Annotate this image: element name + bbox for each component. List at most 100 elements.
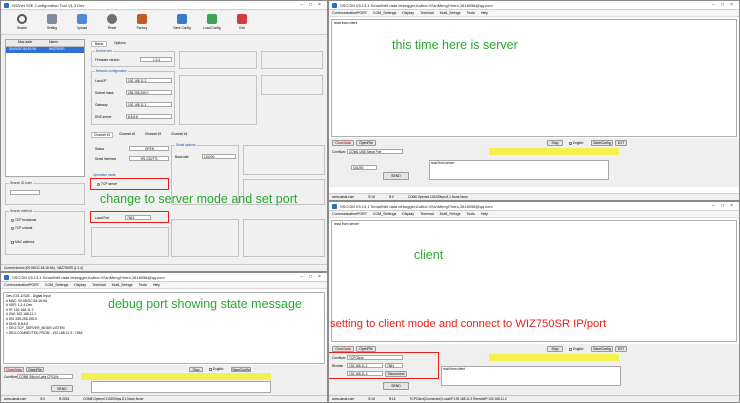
client-controls: ClearData OpenFile Stop English SaveConf… [329,344,739,396]
save-config-button[interactable]: SaveConfig [591,140,613,146]
menu-multi-strings[interactable]: Multi_Strings [440,212,461,216]
menu-help[interactable]: Help [153,283,160,287]
baud-select[interactable]: 115200 [351,165,377,170]
english-checkbox[interactable]: English [569,347,583,351]
minimize-icon[interactable]: – [709,203,718,209]
close-icon[interactable]: × [727,203,736,209]
menu-help[interactable]: Help [481,212,488,216]
menu-multi-strings[interactable]: Multi_Strings [440,11,461,15]
maximize-icon[interactable]: □ [306,274,315,280]
search-button[interactable]: Search [7,14,37,30]
clear-data-button[interactable]: ClearData [4,367,24,372]
server-receive-area[interactable]: read from client [331,19,737,137]
maximize-icon[interactable]: □ [718,2,727,8]
send-text-area[interactable]: read from client [441,366,621,386]
app-icon [4,274,9,280]
stop-button[interactable]: Stop [189,367,203,372]
local-ip-input[interactable]: 192.168.11.2 [126,78,172,83]
search-method-group: Search method TCP broadcast TCP unicast … [5,209,85,255]
client-statusbar: www.daxia.com S:18 R:18 TCPClient(Connec… [329,395,739,402]
save-config-button[interactable]: Save Config [167,14,197,30]
menu-display[interactable]: Display [402,11,414,15]
device-list-row[interactable]: 00:08:DC:54:16:9A WIZ750SR [6,47,84,53]
english-checkbox[interactable]: English [209,367,223,371]
factory-button[interactable]: Factory [127,14,157,30]
menu-display[interactable]: Display [402,212,414,216]
tcp-broadcast-radio[interactable]: TCP broadcast [11,218,36,222]
open-file-button[interactable]: OpenFile [26,367,44,372]
menu-terminal[interactable]: Terminal [92,283,106,287]
clear-data-button[interactable]: ClearData [332,140,354,146]
menu-tools[interactable]: Tools [466,11,474,15]
load-config-button[interactable]: Load Config [197,14,227,30]
subnet-input[interactable]: 255.255.255.0 [126,90,172,95]
menu-com-settings[interactable]: COM_Settings [373,212,396,216]
exit-button[interactable]: Exit [227,14,257,30]
ext-button[interactable]: EXT [615,140,627,146]
stop-button[interactable]: Stop [547,140,563,146]
com-port-select[interactable]: COM8 Silicon Labs CP210x [17,374,73,379]
menu-communication[interactable]: CommunicationPORT [4,283,39,287]
menu-help[interactable]: Help [481,11,488,15]
reset-button[interactable]: Reset [97,14,127,30]
menu-com-settings[interactable]: COM_Settings [45,283,68,287]
menu-terminal[interactable]: Terminal [420,11,434,15]
app-icon [332,203,337,209]
save-config-button[interactable]: SaveConfig [231,367,251,372]
stop-button[interactable]: Stop [547,346,563,352]
minimize-icon[interactable]: – [709,2,718,8]
menu-display[interactable]: Display [74,283,86,287]
search-id-input[interactable] [10,190,40,195]
serial-interface-field: RS-232/TTL [129,156,169,161]
menu-communication[interactable]: CommunicationPORT [332,11,367,15]
toolbar: Search Setting Upload Reset Factory Save… [1,11,327,35]
setting-button[interactable]: Setting [37,14,67,30]
maximize-icon[interactable]: □ [306,2,315,8]
tab-options[interactable]: Options [111,41,129,45]
english-checkbox[interactable]: English [569,141,583,145]
sscom-client-window: SSCOM V5.13.1 Serial/Net data debugger,A… [328,201,740,403]
save-config-button[interactable]: SaveConfig [591,346,613,352]
upload-button[interactable]: Upload [67,14,97,30]
maximize-icon[interactable]: □ [718,203,727,209]
dns-input[interactable]: 8.8.8.8 [126,114,172,119]
mac-address-checkbox[interactable]: MAC address [11,240,34,244]
minimize-icon[interactable]: – [297,274,306,280]
window-title: WIZnet S2E Configuration Tool V1.3 Dev [12,2,85,8]
server-controls: ClearData OpenFile Stop English SaveConf… [329,138,739,187]
close-icon[interactable]: × [315,274,324,280]
menu-tools[interactable]: Tools [466,212,474,216]
tab-basic[interactable]: Basic [91,41,108,47]
tab-channel-2[interactable]: Channel #2 [117,132,137,136]
ext-button[interactable]: EXT [615,346,627,352]
minimize-icon[interactable]: – [297,2,306,8]
tcp-unicast-radio[interactable]: TCP unicast [11,226,32,230]
send-button[interactable]: SEND [383,382,409,390]
tab-channel-1[interactable]: Channel #1 [91,132,114,138]
send-text-area[interactable]: read from server [429,160,609,180]
device-info-group: Device info Firmware version 1.2.4 [91,49,175,67]
menu-communication[interactable]: CommunicationPORT [332,212,367,216]
sscom-debug-menubar: CommunicationPORT COM_Settings Display T… [1,282,327,289]
toolbar-items: Search Setting Upload Reset Factory Save… [7,14,257,30]
send-button[interactable]: SEND [383,172,409,180]
debug-controls: ClearData OpenFile Stop English SaveConf… [1,365,327,396]
config-tool-titlebar: WIZnet S2E Configuration Tool V1.3 Dev –… [1,1,327,10]
channel-tabs: Channel #1 Channel #2 Channel #3 Channel… [89,131,325,139]
close-icon[interactable]: × [727,2,736,8]
tab-channel-4[interactable]: Channel #4 [169,132,189,136]
menu-tools[interactable]: Tools [138,283,146,287]
menu-multi-strings[interactable]: Multi_Strings [112,283,133,287]
baud-rate-select[interactable]: 115200 [202,154,236,159]
menu-com-settings[interactable]: COM_Settings [373,11,396,15]
basic-options-tabs: Basic Options [89,39,325,49]
tab-channel-3[interactable]: Channel #3 [143,132,163,136]
send-text-area[interactable] [91,381,271,393]
gateway-input[interactable]: 192.168.11.1 [126,102,172,107]
com-port-select[interactable]: COM6 USB Serial Port [347,149,403,154]
sscom-client-menubar: CommunicationPORT COM_Settings Display T… [329,211,739,218]
send-button[interactable]: SEND [51,385,73,392]
close-icon[interactable]: × [315,2,324,8]
menu-terminal[interactable]: Terminal [420,212,434,216]
open-file-button[interactable]: OpenFile [356,140,376,146]
